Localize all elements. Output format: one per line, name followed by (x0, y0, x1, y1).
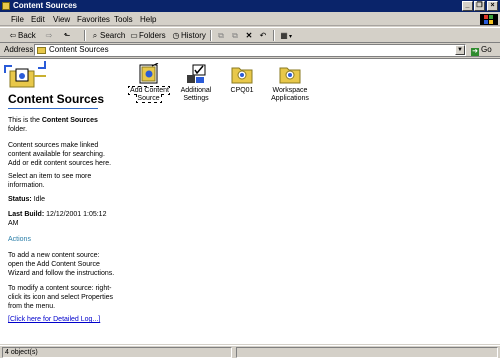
go-button[interactable]: ➜ Go (471, 44, 492, 56)
history-button[interactable]: ◷ History (171, 29, 206, 42)
delete-x-icon: ✕ (245, 31, 253, 40)
status-text: 4 object(s) (2, 347, 232, 358)
select-hint-text: Select an item to see more information. (8, 173, 92, 189)
heading-divider (8, 108, 98, 109)
item-label: Add Content Source (128, 86, 170, 103)
undo-button[interactable]: ↶ (258, 29, 268, 42)
maximize-button[interactable]: ❐ (474, 1, 485, 11)
content-folder-icon (279, 67, 301, 84)
forward-button[interactable]: ⇨ (44, 29, 54, 42)
description-text: Content sources make linked content avai… (8, 142, 112, 167)
address-bar: Address Content Sources ▼ ➜ Go (0, 43, 500, 57)
wizard-icon (139, 63, 159, 84)
status-bar: 4 object(s) (0, 345, 500, 358)
modify-instructions-text: To modify a content source: right-click … (8, 285, 114, 310)
item-workspace-applications[interactable]: Workspace Applications (263, 63, 317, 103)
intro-text: This is the Content Sources folder. (8, 117, 98, 133)
window-title: Content Sources (13, 1, 78, 10)
menu-favorites[interactable]: Favorites (77, 13, 110, 26)
toolbar-separator (84, 30, 86, 41)
minimize-button[interactable]: _ (462, 1, 473, 11)
address-dropdown-button[interactable]: ▼ (455, 45, 465, 55)
menu-view[interactable]: View (53, 13, 70, 26)
item-add-content-source[interactable]: Add Content Source (122, 63, 176, 103)
panel-heading: Content Sources (8, 92, 105, 106)
windows-logo-icon (480, 14, 498, 25)
detailed-log-link[interactable]: [Click here for Detailed Log...] (8, 315, 116, 324)
menu-edit[interactable]: Edit (31, 13, 45, 26)
toolbar: ⇦ Back ⇨ ⬑ ⌕ Search ▭Folders ◷ History ⧉ ⧉ … (0, 27, 500, 43)
move-to-button[interactable]: ⧉ (216, 29, 226, 42)
status-line: Status: Idle (8, 196, 45, 203)
views-button[interactable]: ▦▾ (279, 29, 292, 42)
menu-bar: File Edit View Favorites Tools Help (0, 13, 500, 26)
item-label: Workspace Applications (271, 87, 309, 102)
views-grid-icon: ▦ (280, 31, 288, 40)
search-button[interactable]: ⌕ Search (90, 29, 126, 42)
actions-label: Actions (8, 236, 31, 243)
title-bar[interactable]: Content Sources _ ❐ × (0, 0, 500, 12)
restore-icon: ❐ (476, 2, 483, 9)
status-panel (236, 347, 498, 358)
last-build-line: Last Build: 12/12/2001 1:05:12 AM (8, 211, 107, 227)
menu-tools[interactable]: Tools (114, 13, 133, 26)
copy-to-icon: ⧉ (232, 31, 238, 40)
chevron-down-icon: ▾ (289, 34, 293, 40)
add-instructions-text: To add a new content source: open the Ad… (8, 252, 115, 277)
menu-file[interactable]: File (11, 13, 24, 26)
close-button[interactable]: × (487, 1, 498, 11)
content-folder-icon (231, 67, 253, 84)
item-label: Additional Settings (180, 87, 212, 102)
minimize-icon: _ (465, 2, 470, 9)
go-arrow-icon: ➜ (471, 48, 479, 56)
folder-icon (37, 47, 46, 54)
item-label: CPQ01 (230, 87, 254, 94)
search-icon: ⌕ (92, 31, 98, 40)
forward-arrow-icon: ⇨ (45, 31, 53, 40)
toolbar-separator (273, 30, 275, 41)
address-label: Address (4, 45, 34, 54)
folders-button[interactable]: ▭Folders (129, 29, 165, 42)
close-icon: × (490, 2, 495, 9)
menu-help[interactable]: Help (140, 13, 156, 26)
content-sources-banner-icon (4, 61, 46, 88)
copy-to-button[interactable]: ⧉ (230, 29, 240, 42)
folders-icon: ▭ (130, 31, 138, 40)
back-arrow-icon: ⇦ (9, 31, 17, 40)
window-folder-icon (2, 2, 10, 10)
item-cpq01[interactable]: CPQ01 (215, 63, 269, 95)
address-input[interactable]: Content Sources ▼ (34, 44, 466, 56)
back-button[interactable]: ⇦ Back (8, 29, 36, 42)
toolbar-separator (210, 30, 212, 41)
folder-content-area: Content Sources This is the Content Sour… (0, 58, 500, 344)
delete-button[interactable]: ✕ (244, 29, 254, 42)
history-icon: ◷ (172, 31, 180, 40)
address-value: Content Sources (49, 45, 109, 54)
undo-icon: ↶ (259, 31, 267, 40)
up-folder-button[interactable]: ⬑ (62, 29, 72, 42)
move-to-icon: ⧉ (218, 31, 224, 40)
settings-checklist-icon (187, 64, 206, 83)
up-folder-icon: ⬑ (63, 31, 71, 40)
